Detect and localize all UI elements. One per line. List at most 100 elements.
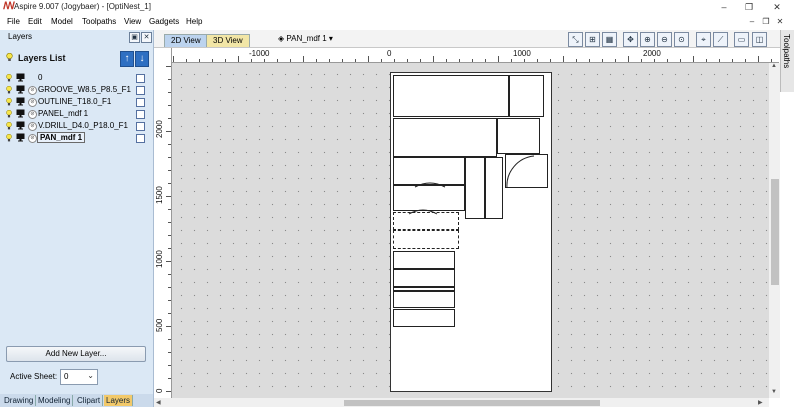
menu-edit[interactable]: Edit (28, 17, 42, 26)
horizontal-scroll-thumb[interactable] (344, 400, 600, 406)
layout-icon[interactable]: ▭ (734, 32, 749, 47)
layer-color-swatch[interactable] (136, 98, 145, 107)
lightbulb-icon[interactable] (6, 74, 12, 82)
layer-row[interactable]: ⊘ GROOVE_W8.5_P8.5_F1 (4, 84, 150, 96)
scroll-left-icon[interactable]: ◀ (156, 399, 161, 406)
add-new-layer-button[interactable]: Add New Layer... (6, 346, 146, 362)
nested-part[interactable] (393, 309, 455, 327)
menu-view[interactable]: View (124, 17, 141, 26)
split-view-icon[interactable]: ◫ (752, 32, 767, 47)
layer-row[interactable]: ⊘ PANEL_mdf 1 (4, 108, 150, 120)
scroll-up-icon[interactable]: ▲ (771, 63, 777, 69)
close-button[interactable]: ✕ (763, 0, 791, 15)
zoom-box-icon[interactable]: ⤡ (568, 32, 583, 47)
layer-name[interactable]: 0 (38, 73, 42, 82)
layer-name[interactable]: V.DRILL_D4.0_P18.0_F1 (38, 121, 128, 130)
mdi-restore-button[interactable]: ❐ (760, 16, 772, 28)
drawing-canvas[interactable] (172, 63, 769, 398)
menu-toolpaths[interactable]: Toolpaths (82, 17, 116, 26)
nested-part[interactable] (393, 230, 459, 249)
nested-part[interactable] (393, 75, 509, 117)
tab-modeling[interactable]: Modeling (36, 395, 74, 406)
tab-2d-view[interactable]: 2D View (164, 34, 208, 47)
nested-part[interactable] (509, 75, 544, 117)
arrow-up-icon[interactable]: ↑ (120, 51, 134, 67)
nested-part[interactable] (393, 291, 455, 308)
menu-model[interactable]: Model (51, 17, 73, 26)
nested-part[interactable] (393, 182, 465, 211)
nested-part[interactable] (393, 118, 497, 157)
close-panel-icon[interactable]: ✕ (141, 32, 152, 43)
nest-sheet[interactable] (390, 72, 552, 392)
nested-part[interactable] (505, 154, 548, 189)
measure-icon[interactable]: ⟋ (713, 32, 728, 47)
lightbulb-icon[interactable] (6, 110, 12, 118)
menu-help[interactable]: Help (186, 17, 202, 26)
layer-name[interactable]: OUTLINE_T18.0_F1 (38, 97, 111, 106)
ruler-tick (368, 56, 369, 62)
layer-name[interactable]: PANEL_mdf 1 (38, 109, 88, 118)
layer-color-swatch[interactable] (136, 110, 145, 119)
nested-part[interactable] (393, 157, 465, 185)
monitor-icon[interactable] (16, 85, 25, 94)
nested-part[interactable] (497, 118, 540, 154)
tab-clipart[interactable]: Clipart (75, 395, 104, 406)
minimize-button[interactable]: – (710, 0, 738, 15)
layers-panel-title: Layers (8, 32, 33, 41)
aspire-logo-icon: ꟿ (3, 1, 15, 12)
lightbulb-icon[interactable] (6, 134, 12, 142)
layer-color-swatch[interactable] (136, 74, 145, 83)
nested-part[interactable] (393, 209, 459, 230)
fit-view-icon[interactable]: ⊞ (585, 32, 600, 47)
tab-layers[interactable]: Layers (104, 395, 134, 406)
arrow-down-icon[interactable]: ↓ (135, 51, 149, 67)
zoom-out-icon[interactable]: ⊖ (657, 32, 672, 47)
tab-3d-view[interactable]: 3D View (206, 34, 250, 47)
monitor-icon[interactable] (16, 133, 25, 142)
layer-row[interactable]: ⊘ OUTLINE_T18.0_F1 (4, 96, 150, 108)
nested-part[interactable] (485, 157, 503, 219)
menu-bar: File Edit Model Toolpaths View Gadgets H… (0, 15, 794, 29)
layer-color-swatch[interactable] (136, 134, 145, 143)
pan-icon[interactable]: ✥ (623, 32, 638, 47)
menu-gadgets[interactable]: Gadgets (149, 17, 179, 26)
scroll-down-icon[interactable]: ▼ (771, 389, 777, 395)
lightbulb-icon[interactable] (6, 98, 12, 106)
active-sheet-select[interactable]: 0 ⌄ (60, 369, 98, 385)
layer-name[interactable]: PAN_mdf 1 (37, 132, 86, 143)
layer-row-selected[interactable]: ⊘ PAN_mdf 1 (4, 132, 150, 144)
lightbulb-icon[interactable] (6, 86, 12, 94)
sheet-dropdown[interactable]: ◈ PAN_mdf 1 ▾ (278, 33, 333, 45)
layer-row[interactable]: 0 (4, 72, 150, 84)
monitor-icon[interactable] (16, 97, 25, 106)
nested-part[interactable] (465, 157, 485, 219)
zoom-extents-icon[interactable]: ⊙ (674, 32, 689, 47)
select-icon[interactable]: ⌖ (696, 32, 711, 47)
monitor-icon[interactable] (16, 73, 25, 82)
monitor-icon[interactable] (16, 121, 25, 130)
monitor-icon[interactable] (16, 109, 25, 118)
ruler-tick (706, 59, 707, 62)
nested-part[interactable] (393, 251, 455, 269)
mdi-minimize-button[interactable]: – (746, 16, 758, 28)
layer-color-swatch[interactable] (136, 86, 145, 95)
nested-part[interactable] (393, 269, 455, 287)
zoom-in-icon[interactable]: ⊕ (640, 32, 655, 47)
vertical-scroll-thumb[interactable] (771, 179, 779, 285)
scroll-right-icon[interactable]: ▶ (758, 399, 763, 406)
menu-file[interactable]: File (7, 17, 20, 26)
layer-color-swatch[interactable] (136, 122, 145, 131)
pin-icon[interactable]: ▣ (129, 32, 140, 43)
layer-row[interactable]: ⊘ V.DRILL_D4.0_P18.0_F1 (4, 120, 150, 132)
tab-drawing[interactable]: Drawing (2, 395, 37, 406)
grid-icon[interactable]: ▦ (602, 32, 617, 47)
horizontal-scrollbar[interactable]: ◀ ▶ (154, 398, 769, 407)
toolpaths-side-tab[interactable]: Toolpaths (780, 30, 794, 92)
layer-mode-icon: ⊘ (28, 98, 37, 107)
layer-name[interactable]: GROOVE_W8.5_P8.5_F1 (38, 85, 131, 94)
restore-button[interactable]: ❐ (735, 0, 763, 15)
ruler-tick (511, 59, 512, 62)
vertical-scrollbar[interactable]: ▲ ▼ (769, 63, 780, 398)
lightbulb-icon[interactable] (6, 122, 12, 130)
mdi-close-button[interactable]: ✕ (774, 16, 786, 28)
